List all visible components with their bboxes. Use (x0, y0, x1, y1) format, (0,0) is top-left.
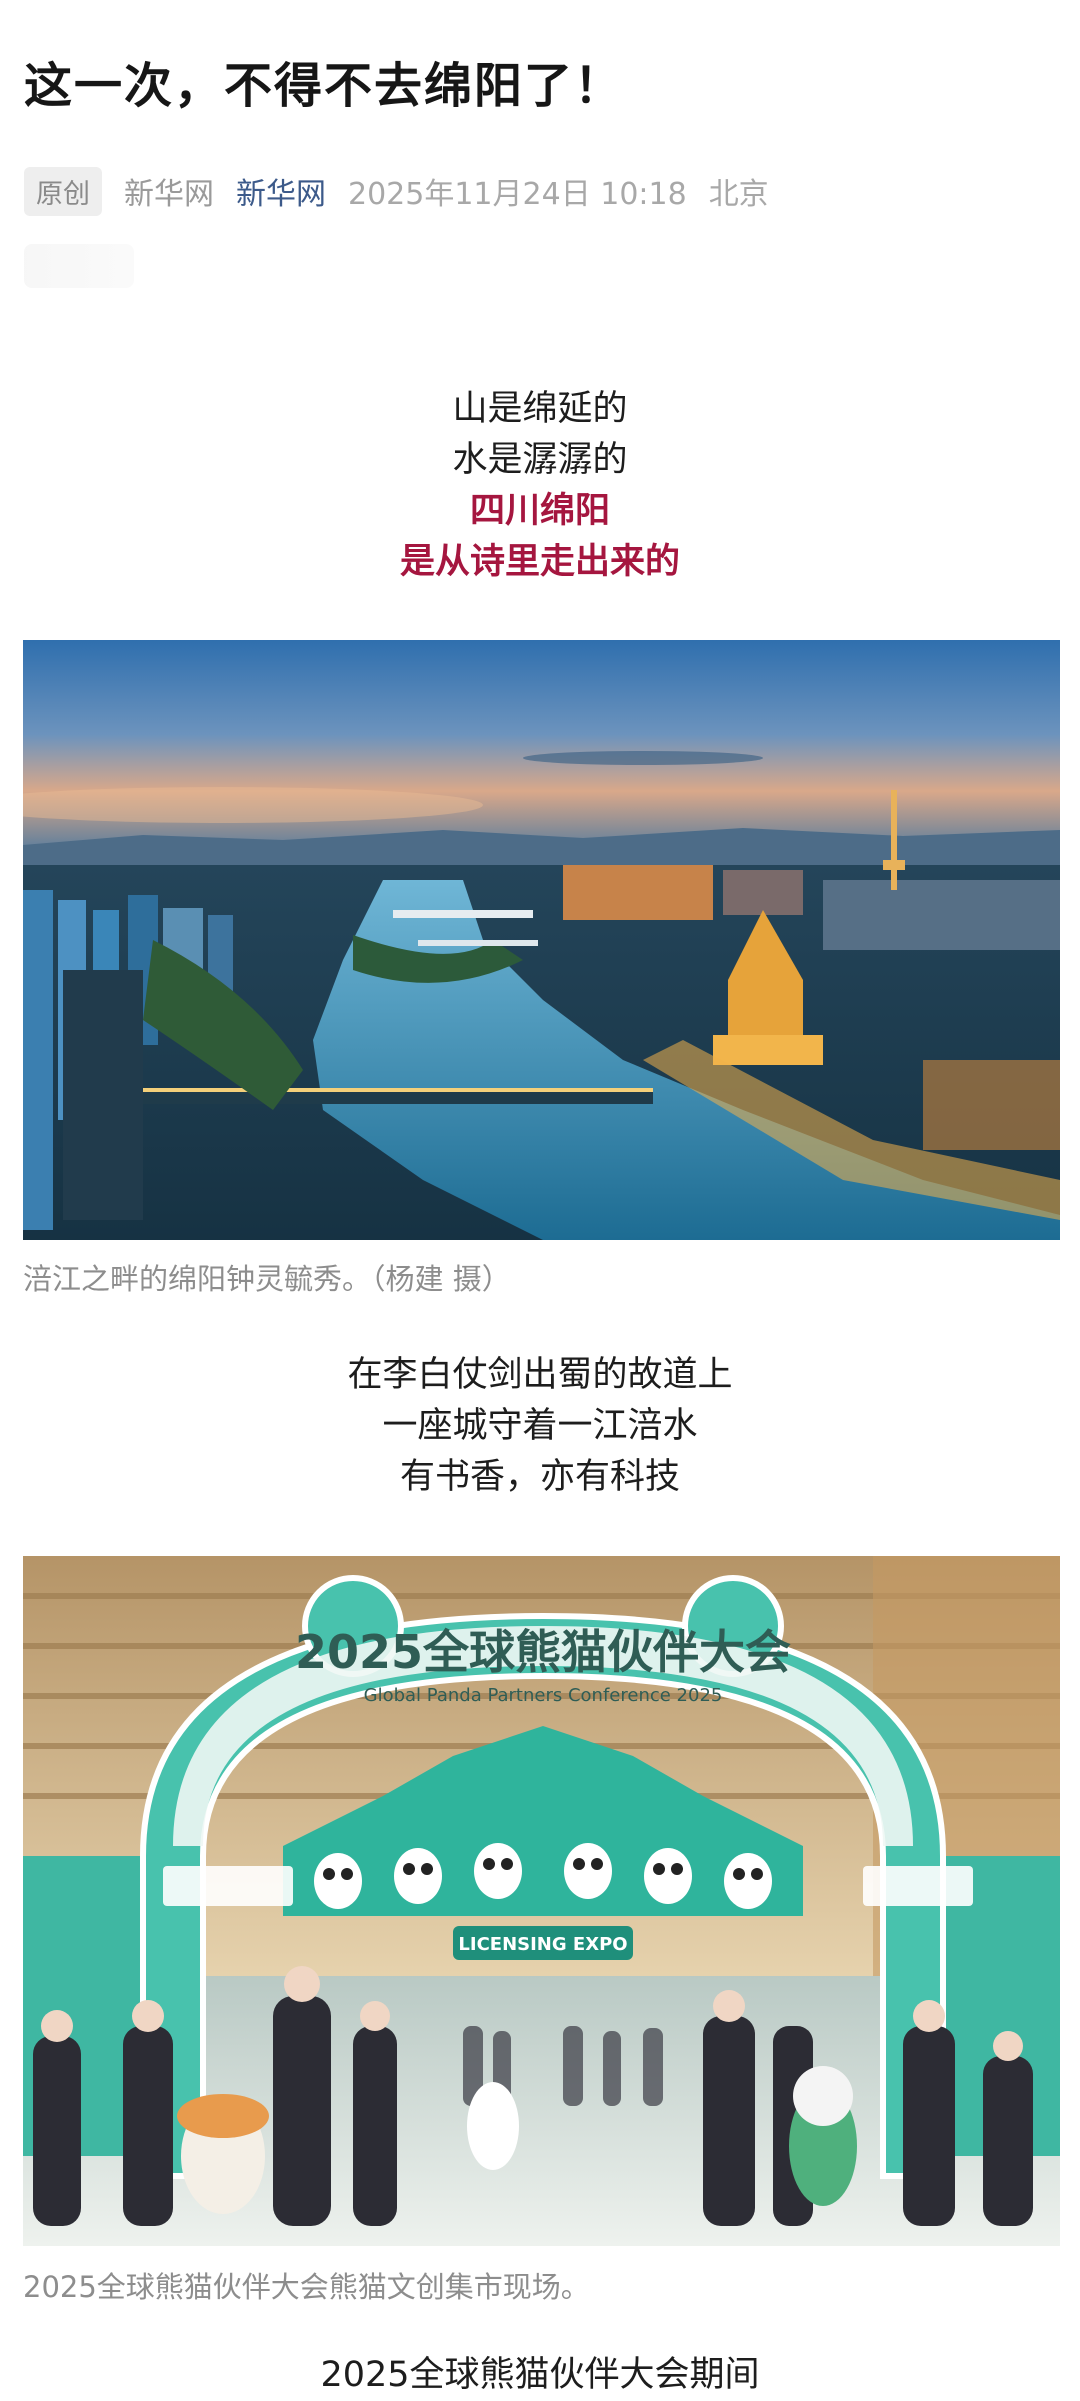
publish-location: 北京 (708, 177, 769, 212)
mianyang-river-photo[interactable] (23, 640, 1060, 1240)
photo-caption: 2025全球熊猫伙伴大会熊猫文创集市现场。 (23, 2270, 590, 2304)
poem-line: 水是潺潺的 (452, 440, 628, 480)
panda-expo-illustration: 2025全球熊猫伙伴大会 Global Panda Partners Confe… (23, 1556, 1060, 2246)
poem-bottom: 2025全球熊猫伙伴大会期间 (0, 2350, 1080, 2401)
expo-banner-text: LICENSING EXPO (458, 1934, 627, 1955)
arch-title-text: 2025全球熊猫伙伴大会 (295, 1625, 791, 1679)
poem-line: 一座城守着一江涪水 (382, 1406, 698, 1446)
faded-tag-placeholder (24, 244, 134, 288)
account-link[interactable]: 新华网 (236, 169, 326, 213)
publish-datetime: 2025年11月24日 10:18 (348, 177, 687, 212)
arch-subtitle-text: Global Panda Partners Conference 2025 (364, 1685, 723, 1706)
photo-caption: 涪江之畔的绵阳钟灵毓秀。（杨建 摄） (23, 1262, 511, 1296)
article-title: 这一次，不得不去绵阳了！ (24, 58, 625, 114)
poem-highlight-line: 是从诗里走出来的 (399, 542, 680, 582)
river-night-illustration (23, 640, 1060, 1240)
source-label: 新华网 (124, 177, 214, 212)
panda-conference-photo[interactable]: 2025全球熊猫伙伴大会 Global Panda Partners Confe… (23, 1556, 1060, 2246)
article-page: 这一次，不得不去绵阳了！ 原创 新华网 新华网 2025年11月24日 10:1… (0, 0, 1080, 2400)
poem-intro: 山是绵延的 水是潺潺的 四川绵阳 是从诗里走出来的 (0, 384, 1080, 588)
poem-line: 2025全球熊猫伙伴大会期间 (320, 2355, 760, 2395)
poem-line: 在李白仗剑出蜀的故道上 (347, 1355, 733, 1395)
poem-highlight-line: 四川绵阳 (469, 491, 610, 531)
poem-line: 有书香，亦有科技 (399, 1457, 680, 1497)
poem-line: 山是绵延的 (452, 389, 628, 429)
article-meta: 原创 新华网 新华网 2025年11月24日 10:18 北京 (24, 166, 769, 216)
poem-middle: 在李白仗剑出蜀的故道上 一座城守着一江涪水 有书香，亦有科技 (0, 1350, 1080, 1503)
original-badge: 原创 (24, 166, 102, 216)
